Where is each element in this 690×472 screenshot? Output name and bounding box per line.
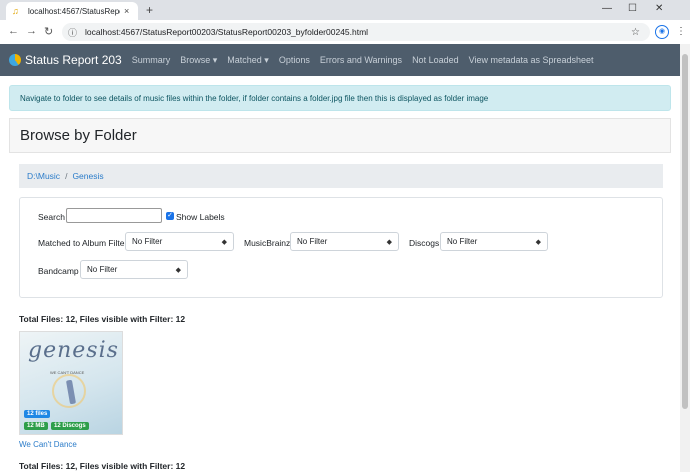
forward-arrow-icon[interactable]: → <box>26 25 37 37</box>
dropdown-caret-icon: ◆ <box>386 238 392 246</box>
url-field[interactable]: ⓘ localhost:4567/StatusReport00203/Statu… <box>62 23 650 41</box>
close-window-icon[interactable]: ✕ <box>655 3 663 14</box>
maximize-icon[interactable]: ☐ <box>628 3 637 14</box>
back-arrow-icon[interactable]: ← <box>8 25 19 37</box>
browser-tab[interactable]: ♫ localhost:4567/StatusReport00 × <box>6 2 138 20</box>
bookmark-star-icon[interactable]: ☆ <box>631 27 640 38</box>
search-label: Search <box>38 212 65 222</box>
url-text: localhost:4567/StatusReport00203/StatusR… <box>85 27 369 37</box>
cover-band-name: genesis <box>28 338 119 363</box>
matched-filter-select[interactable]: No Filter ◆ <box>125 232 234 251</box>
discogs-filter-label: Discogs <box>409 238 440 248</box>
nav-summary[interactable]: Summary <box>132 55 171 66</box>
app-navbar: Status Report 203 Summary Browse ▾ Match… <box>0 44 680 76</box>
minimize-icon[interactable]: — <box>602 3 612 14</box>
scrollbar-thumb[interactable] <box>682 54 688 409</box>
nav-errors-warnings[interactable]: Errors and Warnings <box>320 55 402 66</box>
album-title-link[interactable]: We Can't Dance <box>19 440 77 449</box>
discogs-badge: 12 Discogs <box>51 422 89 430</box>
breadcrumb: D:\Music / Genesis <box>19 164 663 188</box>
show-labels-checkbox[interactable]: ✓ <box>166 212 174 220</box>
browser-tab-bar: ♫ localhost:4567/StatusReport00 × + — ☐ … <box>0 0 690 20</box>
brand[interactable]: Status Report 203 <box>9 53 122 67</box>
musicbrainz-filter-label: MusicBrainz <box>244 238 291 248</box>
show-labels-label: Show Labels <box>176 212 225 222</box>
brand-logo-icon <box>9 54 21 66</box>
profile-icon[interactable]: ◉ <box>655 25 669 39</box>
bandcamp-filter-label: Bandcamp <box>38 266 79 276</box>
nav-browse[interactable]: Browse ▾ <box>180 55 217 66</box>
page-title: Browse by Folder <box>9 118 671 153</box>
total-files-bottom: Total Files: 12, Files visible with Filt… <box>19 461 186 471</box>
musicbrainz-filter-select[interactable]: No Filter ◆ <box>290 232 399 251</box>
bandcamp-filter-value: No Filter <box>87 265 118 274</box>
breadcrumb-root[interactable]: D:\Music <box>27 171 60 181</box>
size-badge: 12 MB <box>24 422 48 430</box>
nav-view-metadata[interactable]: View metadata as Spreadsheet <box>469 55 594 66</box>
tab-title: localhost:4567/StatusReport00 <box>28 6 120 16</box>
album-cover[interactable]: genesis WE CAN'T DANCE 12 files 12 MB 12… <box>19 331 123 435</box>
matched-filter-label: Matched to Album Filter <box>38 238 128 248</box>
dropdown-caret-icon: ◆ <box>175 266 181 274</box>
matched-filter-value: No Filter <box>132 237 163 246</box>
discogs-filter-select[interactable]: No Filter ◆ <box>440 232 548 251</box>
total-files-top: Total Files: 12, Files visible with Filt… <box>19 314 186 324</box>
address-bar: ← → ↻ ⓘ localhost:4567/StatusReport00203… <box>0 20 690 45</box>
breadcrumb-current[interactable]: Genesis <box>72 171 103 181</box>
close-tab-icon[interactable]: × <box>124 6 129 16</box>
nav-links: Summary Browse ▾ Matched ▾ Options Error… <box>132 55 604 66</box>
nav-not-loaded[interactable]: Not Loaded <box>412 55 459 66</box>
dropdown-caret-icon: ◆ <box>535 238 541 246</box>
nav-options[interactable]: Options <box>279 55 310 66</box>
info-alert: Navigate to folder to see details of mus… <box>9 85 671 111</box>
nav-matched[interactable]: Matched ▾ <box>227 55 269 66</box>
music-note-icon: ♫ <box>12 6 19 16</box>
site-info-icon[interactable]: ⓘ <box>68 26 77 39</box>
kebab-menu-icon[interactable]: ⋮ <box>676 26 686 37</box>
reload-icon[interactable]: ↻ <box>44 25 53 38</box>
dropdown-caret-icon: ◆ <box>221 238 227 246</box>
discogs-filter-value: No Filter <box>447 237 478 246</box>
search-input[interactable] <box>66 208 162 223</box>
breadcrumb-separator: / <box>65 171 68 181</box>
new-tab-button[interactable]: + <box>146 3 153 17</box>
cover-subtitle: WE CAN'T DANCE <box>50 370 85 375</box>
files-count-badge: 12 files <box>24 410 51 418</box>
bandcamp-filter-select[interactable]: No Filter ◆ <box>80 260 188 279</box>
musicbrainz-filter-value: No Filter <box>297 237 328 246</box>
brand-title: Status Report 203 <box>25 53 122 67</box>
